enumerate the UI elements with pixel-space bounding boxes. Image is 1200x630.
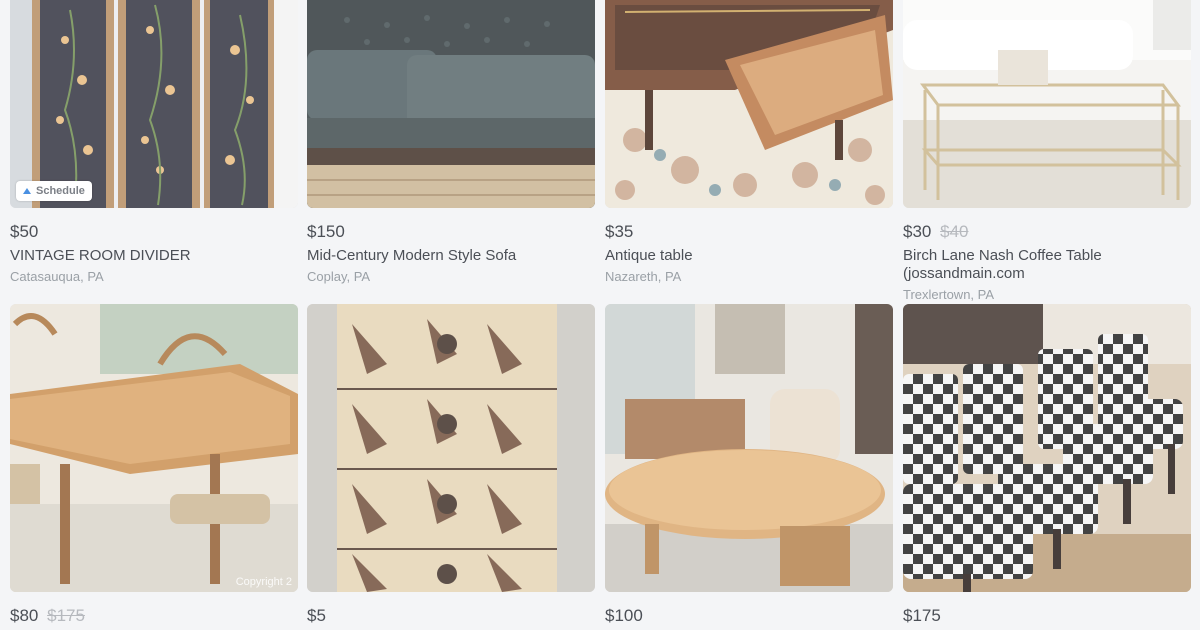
schedule-badge[interactable]: Schedule [16,181,92,201]
listing-card[interactable]: $150 Mid-Century Modern Style Sofa Copla… [307,0,595,284]
current-price: $35 [605,222,634,241]
listing-photo[interactable] [605,304,893,592]
current-price: $80 [10,606,39,625]
listing-photo[interactable] [903,0,1191,208]
listing-photo[interactable] [903,304,1191,592]
listing-card[interactable]: $175 [903,304,1191,626]
listing-photo[interactable] [307,0,595,208]
schedule-icon [23,188,31,194]
listing-photo[interactable] [307,304,595,592]
listing-location: Coplay, PA [307,269,371,284]
listing-card[interactable]: Copyright 2 $80 $175 [10,304,298,626]
price: $35 [605,222,893,242]
photo-watermark: Copyright 2 [235,576,292,588]
price: $5 [307,606,595,626]
listing-photo[interactable] [605,0,893,208]
current-price: $175 [903,606,941,625]
listing-title[interactable]: VINTAGE ROOM DIVIDER [10,247,298,265]
listing-location: Catasauqua, PA [10,269,104,284]
current-price: $50 [10,222,39,241]
listing-grid: Schedule $50 VINTAGE ROOM DIVIDER Catasa… [0,0,1200,630]
current-price: $30 [903,222,932,241]
current-price: $150 [307,222,345,241]
listing-card[interactable]: $5 [307,304,595,626]
listing-card[interactable]: Schedule $50 VINTAGE ROOM DIVIDER Catasa… [10,0,298,284]
original-price: $40 [940,222,969,241]
listing-card[interactable]: $100 [605,304,893,626]
listing-location: Nazareth, PA [605,269,682,284]
current-price: $5 [307,606,326,625]
listing-photo[interactable]: Copyright 2 [10,304,298,592]
price: $150 [307,222,595,242]
listing-title[interactable]: Birch Lane Nash Coffee Table (jossandmai… [903,247,1191,283]
listing-title[interactable]: Antique table [605,247,893,265]
listing-card[interactable]: $30 $40 Birch Lane Nash Coffee Table (jo… [903,0,1191,302]
original-price: $175 [47,606,85,625]
listing-location: Trexlertown, PA [903,287,995,302]
listing-card[interactable]: $35 Antique table Nazareth, PA [605,0,893,284]
price: $30 $40 [903,222,1191,242]
current-price: $100 [605,606,643,625]
listing-title[interactable]: Mid-Century Modern Style Sofa [307,247,595,265]
price: $50 [10,222,298,242]
price: $100 [605,606,893,626]
price: $175 [903,606,1191,626]
listing-photo[interactable]: Schedule [10,0,298,208]
price: $80 $175 [10,606,298,626]
